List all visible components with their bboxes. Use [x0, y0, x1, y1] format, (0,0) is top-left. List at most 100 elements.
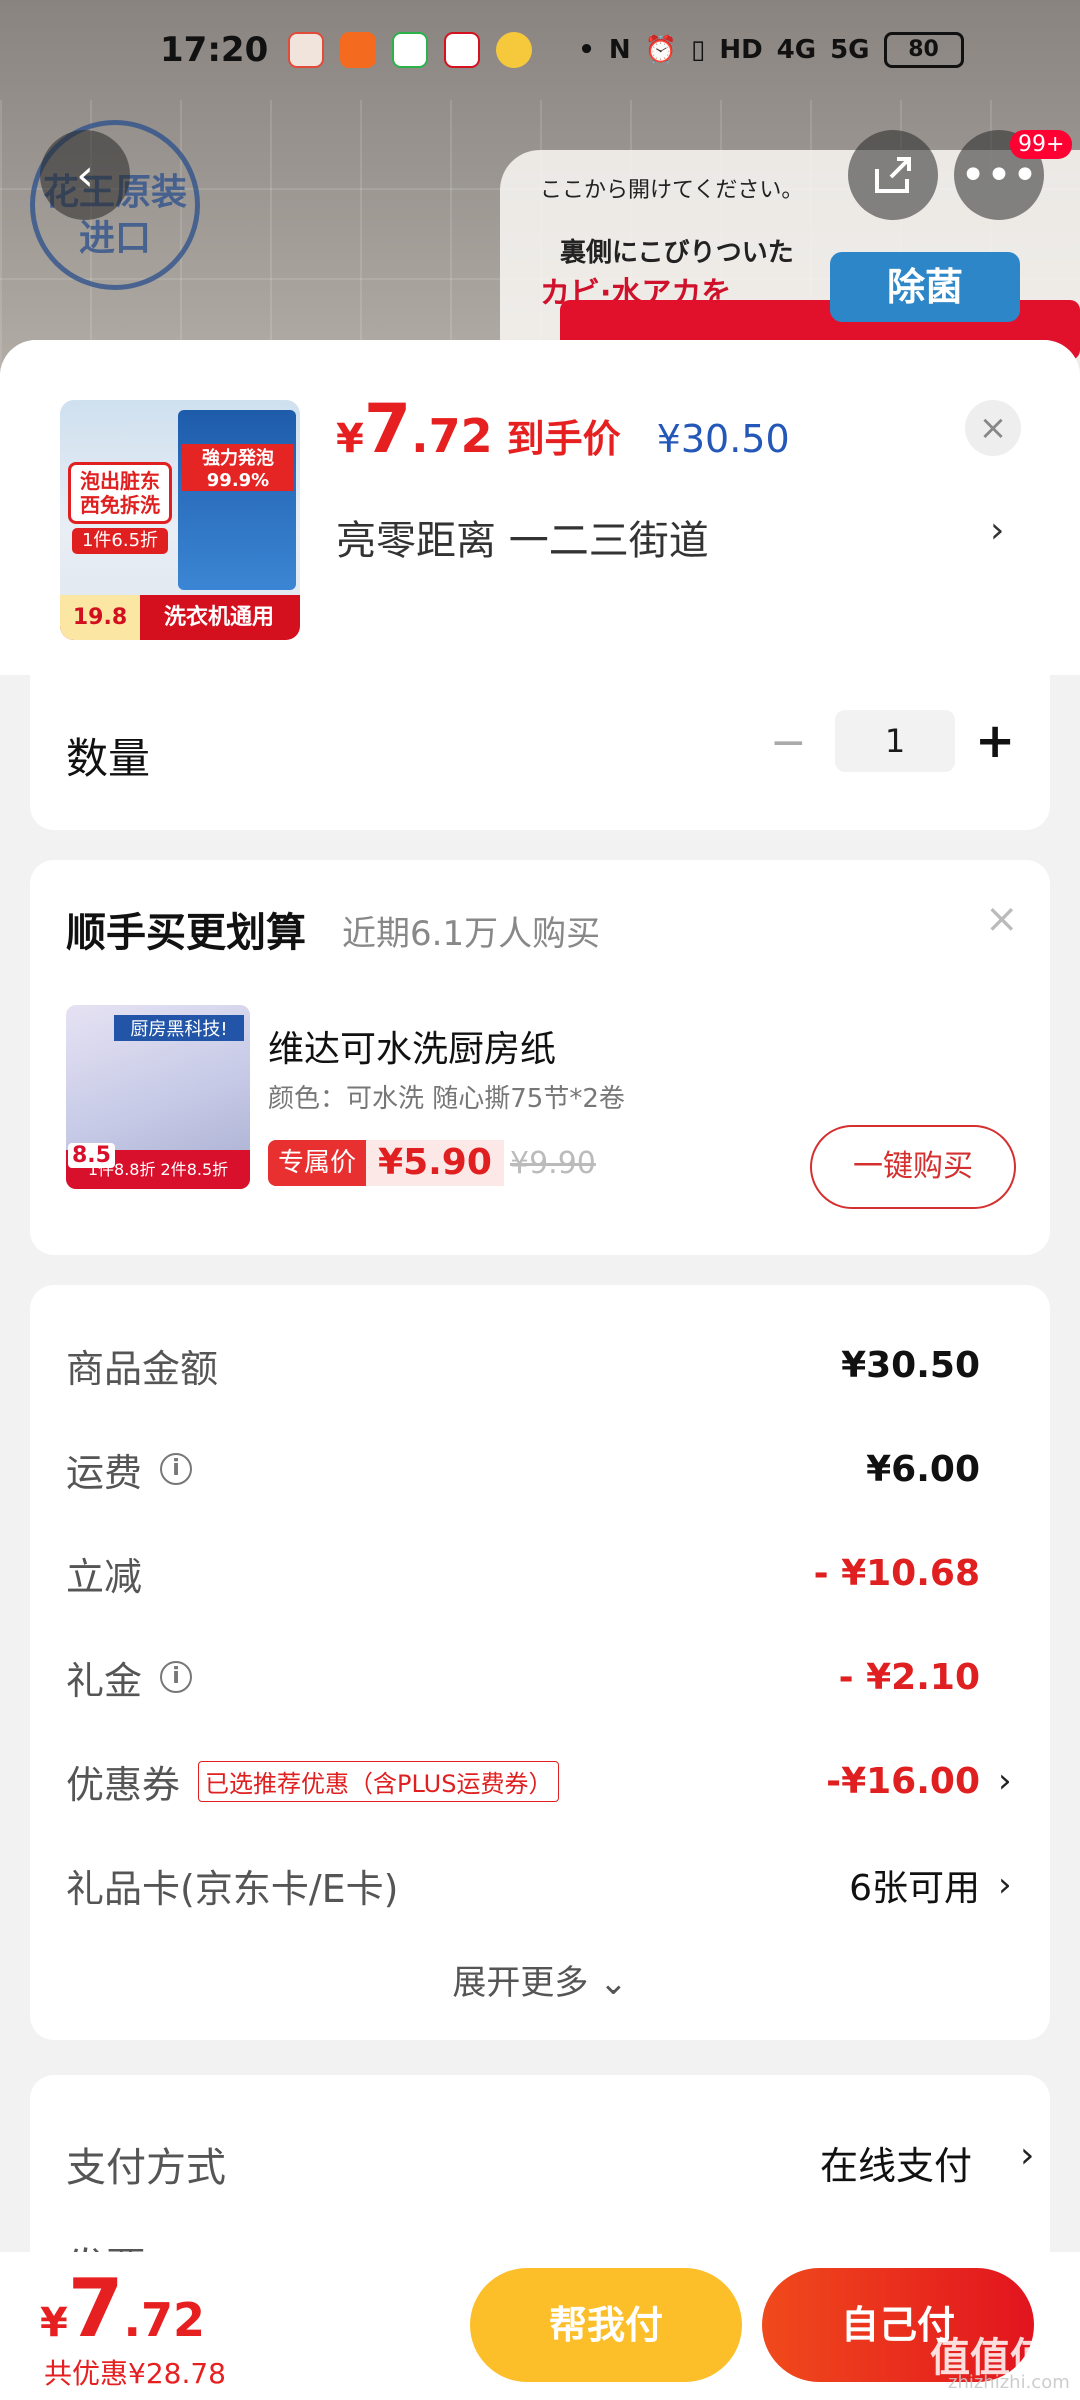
addon-product-image[interactable]: 厨房黑科技! 1件8.8折 2件8.5折 8.5: [66, 1005, 250, 1189]
checkout-sheet: 強力発泡99.9% 泡出脏东西免拆洗 1件6.5折 洗衣机通用 19.8 ¥ 7…: [0, 340, 1080, 2400]
chevron-down-icon: ⌄: [599, 1963, 628, 2003]
payment-method-label: 支付方式: [66, 2145, 226, 2191]
close-button[interactable]: ×: [965, 400, 1021, 456]
addon-title: 顺手买更划算: [66, 910, 306, 956]
price-decimal: .72: [123, 2293, 206, 2347]
vibrate-icon: ▯: [691, 35, 706, 65]
help-me-pay-button[interactable]: 帮我付: [470, 2268, 742, 2382]
nfc-icon: N: [608, 35, 631, 65]
summary-value: - ¥2.10: [838, 1656, 980, 1698]
status-time: 17:20: [160, 30, 269, 70]
product-thumb-price: 19.8: [60, 595, 140, 640]
app-notification-icon: [496, 32, 533, 68]
signal-5g-icon: 5G: [830, 35, 870, 65]
chevron-left-icon: ‹: [76, 149, 94, 201]
one-click-buy-button[interactable]: 一键购买: [810, 1125, 1016, 1209]
package-ribbon: 除菌: [830, 252, 1020, 322]
price-decimal: .72: [411, 409, 493, 463]
currency-symbol: ¥: [40, 2300, 68, 2346]
product-promo-tag: 泡出脏东西免拆洗: [68, 462, 172, 524]
bottom-action-bar: ¥ 7 .72 共优惠¥28.78 帮我付 自己付: [0, 2252, 1080, 2400]
final-price: ¥ 7 .72 到手价 ¥30.50: [336, 390, 790, 469]
summary-label-wrap: 礼金 i: [66, 1650, 193, 1705]
summary-label-wrap: 优惠券 已选推荐优惠（含PLUS运费券）: [66, 1754, 560, 1809]
delivery-address[interactable]: 亮零距离 一二三街道: [336, 508, 709, 566]
original-price: ¥30.50: [656, 417, 790, 461]
package-text: 裏側にこびりついた: [560, 238, 794, 268]
summary-value: ¥30.50: [841, 1344, 980, 1386]
share-icon: [875, 157, 911, 193]
summary-row-shipping: 运费 i ¥6.00 ›: [66, 1439, 1016, 1499]
total-price: ¥ 7 .72: [40, 2262, 205, 2355]
quantity-input[interactable]: 1: [835, 710, 955, 772]
total-discount: 共优惠¥28.78: [44, 2357, 226, 2390]
hd-icon: HD: [719, 35, 763, 65]
summary-row-reduction: 立减 - ¥10.68 ›: [66, 1543, 1016, 1603]
signal-4g-icon: 4G: [776, 35, 817, 65]
summary-value: 6张可用: [849, 1868, 980, 1909]
summary-label: 运费: [66, 1450, 143, 1495]
addon-product-spec: 颜色：可水洗 随心撕75节*2卷: [268, 1084, 625, 1114]
quantity-decrease-button[interactable]: −: [770, 717, 807, 768]
chevron-right-icon[interactable]: ›: [1020, 2135, 1034, 2176]
product-thumbnail[interactable]: 強力発泡99.9% 泡出脏东西免拆洗 1件6.5折 洗衣机通用 19.8: [60, 400, 300, 640]
notification-badge: 99+: [1010, 130, 1073, 159]
share-button[interactable]: [848, 130, 938, 220]
summary-row-gift-money: 礼金 i - ¥2.10 ›: [66, 1647, 1016, 1707]
summary-row-gift-card[interactable]: 礼品卡(京东卡/E卡) 6张可用 ›: [66, 1855, 1016, 1915]
addon-image-badge: 8.5: [68, 1143, 115, 1168]
info-icon[interactable]: i: [160, 1453, 193, 1485]
product-box-text: 強力発泡99.9%: [182, 444, 294, 491]
summary-label: 礼品卡(京东卡/E卡): [66, 1866, 399, 1911]
summary-label: 商品金额: [66, 1346, 219, 1391]
summary-label: 优惠券: [66, 1762, 181, 1807]
status-bar: 17:20 • N ⏰ ▯ HD 4G 5G 80: [0, 0, 1080, 100]
summary-row-goods: 商品金额 ¥30.50 ›: [66, 1335, 1016, 1395]
product-summary: 強力発泡99.9% 泡出脏东西免拆洗 1件6.5折 洗衣机通用 19.8 ¥ 7…: [0, 340, 1080, 675]
back-button[interactable]: ‹: [40, 130, 130, 220]
summary-row-coupon[interactable]: 优惠券 已选推荐优惠（含PLUS运费券） -¥16.00 ›: [66, 1751, 1016, 1811]
currency-symbol: ¥: [336, 416, 364, 462]
dot-icon: •: [578, 35, 595, 65]
addon-original-price: ¥9.90: [510, 1146, 596, 1181]
watermark-url: zhizhizhi.com: [948, 2372, 1070, 2393]
quantity-increase-button[interactable]: +: [975, 713, 1015, 769]
quantity-card: 数量 − 1 +: [30, 675, 1050, 830]
price-integer: 7: [67, 2262, 124, 2355]
chevron-right-icon[interactable]: ›: [998, 1865, 1016, 1905]
price-summary-card: 商品金额 ¥30.50 › 运费 i ¥6.00 › 立减 - ¥10.68 ›…: [30, 1285, 1050, 2040]
addon-subtitle: 近期6.1万人购买: [342, 914, 601, 954]
close-icon: ×: [978, 408, 1008, 448]
summary-value: -¥16.00: [826, 1760, 980, 1802]
price-integer: 7: [363, 390, 412, 469]
product-discount-tag: 1件6.5折: [72, 528, 168, 554]
addon-image-title: 厨房黑科技!: [114, 1015, 244, 1041]
addon-exclusive-price: 专属价 ¥5.90: [268, 1140, 504, 1186]
package-text: ここから開けてください。: [540, 178, 804, 203]
alarm-icon: ⏰: [644, 35, 677, 65]
app-notification-icon: [340, 32, 377, 68]
exclusive-price-label: 专属价: [268, 1140, 367, 1186]
summary-label: 立减: [66, 1554, 143, 1599]
app-notification-icon: [444, 32, 481, 68]
addon-close-icon[interactable]: ×: [985, 896, 1019, 942]
coupon-tag: 已选推荐优惠（含PLUS运费券）: [198, 1760, 560, 1802]
expand-more-button[interactable]: 展开更多 ⌄: [30, 1955, 1050, 2004]
summary-label: 礼金: [66, 1658, 143, 1703]
battery-icon: 80: [883, 32, 964, 68]
expand-more-label: 展开更多: [452, 1963, 589, 2003]
payment-method-value[interactable]: 在线支付: [820, 2135, 972, 2190]
chevron-right-icon[interactable]: ›: [998, 1761, 1016, 1801]
product-box-image: [178, 410, 296, 590]
app-notification-icon: [288, 32, 325, 68]
app-notification-icon: [392, 32, 429, 68]
summary-value: ¥6.00: [866, 1448, 980, 1490]
info-icon[interactable]: i: [160, 1661, 193, 1693]
final-price-label: 到手价: [506, 417, 621, 461]
import-badge-line2: 进口: [78, 218, 151, 259]
addon-product-name[interactable]: 维达可水洗厨房纸: [268, 1020, 556, 1072]
status-icons: • N ⏰ ▯ HD 4G 5G 80: [578, 32, 964, 68]
quantity-label: 数量: [66, 734, 151, 783]
summary-label-wrap: 运费 i: [66, 1442, 193, 1497]
chevron-right-icon[interactable]: ›: [990, 510, 1004, 551]
